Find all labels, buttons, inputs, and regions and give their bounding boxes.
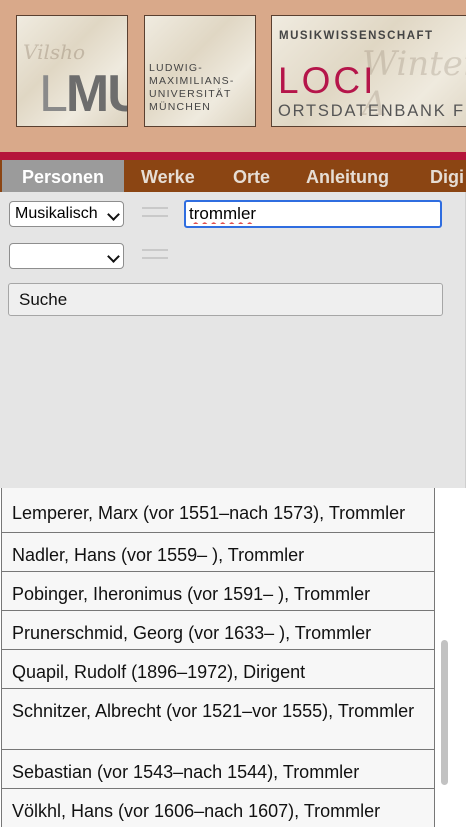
site-header: Vilsho LMU LUDWIG- MAXIMILIANS- UNIVERSI… <box>0 0 466 152</box>
field-select-1[interactable]: Musikalisch <box>9 201 124 227</box>
equals-icon <box>142 249 168 259</box>
list-item[interactable]: Sebastian (vor 1543–nach 1544), Trommler <box>1 750 435 789</box>
tab-werke[interactable]: Werke <box>141 160 195 192</box>
list-item[interactable]: Schnitzer, Albrecht (vor 1521–vor 1555),… <box>1 689 435 750</box>
university-name: LUDWIG- MAXIMILIANS- UNIVERSITÄT MÜNCHEN <box>149 62 235 113</box>
field-select-2[interactable] <box>9 243 124 269</box>
header-divider <box>0 152 466 160</box>
search-input[interactable] <box>184 200 442 228</box>
department-label: MUSIKWISSENSCHAFT <box>279 30 434 42</box>
list-item[interactable]: Nadler, Hans (vor 1559– ), Trommler <box>1 533 435 572</box>
tab-anleitung[interactable]: Anleitung <box>306 160 389 192</box>
tab-personen[interactable]: Personen <box>2 160 124 192</box>
search-button[interactable]: Suche <box>8 283 443 316</box>
project-subtitle: ORTSDATENBANK FÜ <box>278 102 466 120</box>
list-item[interactable]: Völkhl, Hans (vor 1606–nach 1607), Tromm… <box>1 789 435 827</box>
equals-icon <box>142 207 168 217</box>
results-list: Lemperer, Marx (vor 1551–nach 1573), Tro… <box>0 488 466 827</box>
list-item[interactable]: Quapil, Rudolf (1896–1972), Dirigent <box>1 650 435 689</box>
list-item[interactable]: Lemperer, Marx (vor 1551–nach 1573), Tro… <box>1 488 435 533</box>
loci-logo[interactable]: Wintert A MUSIKWISSENSCHAFT LOCI ORTSDAT… <box>271 15 466 127</box>
chevron-down-icon <box>107 250 120 263</box>
lmu-logo-text: LMU <box>39 65 127 123</box>
university-name-tile: LUDWIG- MAXIMILIANS- UNIVERSITÄT MÜNCHEN <box>144 15 256 127</box>
results-scrollbar[interactable] <box>441 640 448 785</box>
project-title: LOCI <box>278 60 377 101</box>
tab-digi[interactable]: Digi <box>430 160 464 192</box>
lmu-logo[interactable]: Vilsho LMU <box>16 15 128 127</box>
chevron-down-icon <box>107 208 120 221</box>
main-nav: Personen Werke Orte Anleitung Digi <box>0 160 466 192</box>
search-panel <box>0 192 466 488</box>
tab-orte[interactable]: Orte <box>233 160 270 192</box>
list-item[interactable]: Pobinger, Iheronimus (vor 1591– ), Tromm… <box>1 572 435 611</box>
list-item[interactable]: Prunerschmid, Georg (vor 1633– ), Tromml… <box>1 611 435 650</box>
